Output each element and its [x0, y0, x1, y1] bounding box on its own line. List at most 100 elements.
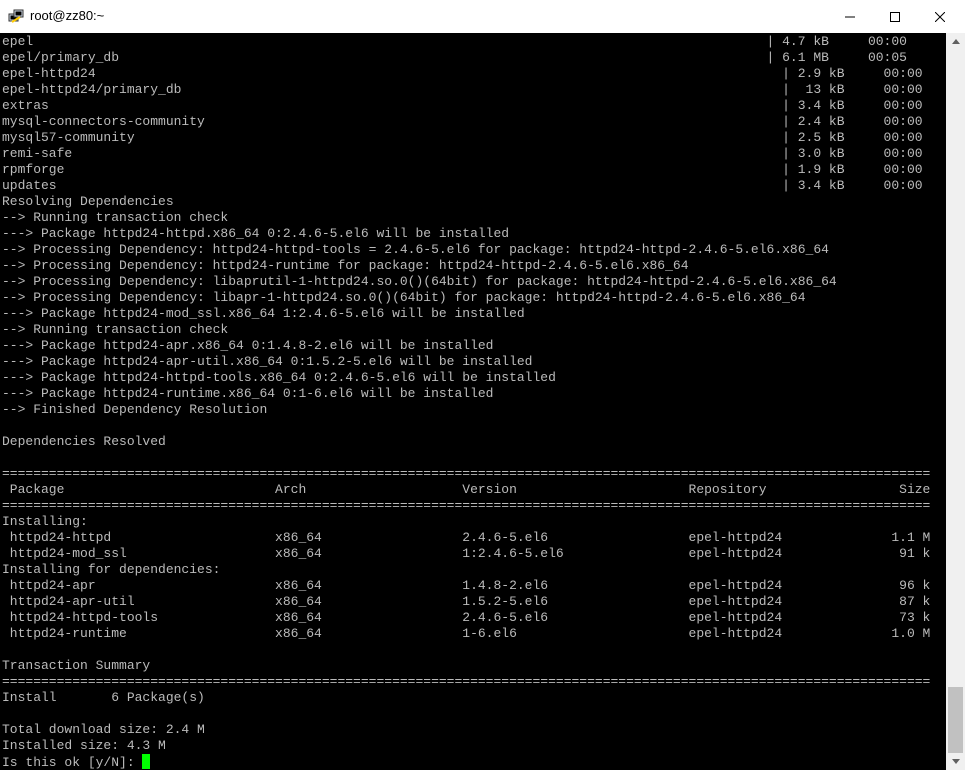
terminal-line-text: ---> Package httpd24-runtime.x86_64 0:1-…: [2, 386, 494, 401]
terminal-line: httpd24-mod_ssl x86_64 1:2.4.6-5.el6 epe…: [2, 546, 931, 562]
terminal-line: --> Running transaction check: [2, 322, 228, 338]
terminal-line: Resolving Dependencies: [2, 194, 174, 210]
terminal-line-text: --> Processing Dependency: libapr-1-http…: [2, 290, 806, 305]
scroll-up-button[interactable]: [946, 33, 965, 50]
terminal-line: --> Finished Dependency Resolution: [2, 402, 267, 418]
maximize-button[interactable]: [872, 0, 918, 33]
terminal-line-text: Install 6 Package(s): [2, 690, 205, 705]
terminal-line-text: Total download size: 2.4 M: [2, 722, 205, 737]
terminal-line-text: Installing for dependencies:: [2, 562, 221, 577]
chevron-up-icon: [951, 39, 960, 44]
title-bar[interactable]: root@zz80:~: [0, 0, 965, 33]
terminal-line-text: rpmforge | 1.9 kB 00:00: [2, 162, 923, 177]
terminal-line: --> Running transaction check: [2, 210, 228, 226]
terminal-line-text: Resolving Dependencies: [2, 194, 174, 209]
terminal-line-text: updates | 3.4 kB 00:00: [2, 178, 923, 193]
terminal-line-text: --> Processing Dependency: httpd24-runti…: [2, 258, 689, 273]
terminal-line: ---> Package httpd24-mod_ssl.x86_64 1:2.…: [2, 306, 525, 322]
terminal-line-text: ---> Package httpd24-apr-util.x86_64 0:1…: [2, 354, 533, 369]
terminal-line: epel | 4.7 kB 00:00: [2, 34, 907, 50]
terminal-line-text: httpd24-apr x86_64 1.4.8-2.el6 epel-http…: [2, 578, 931, 593]
terminal-line-text: mysql-connectors-community | 2.4 kB 00:0…: [2, 114, 923, 129]
terminal-line-text: epel-httpd24/primary_db | 13 kB 00:00: [2, 82, 923, 97]
minimize-icon: [845, 16, 855, 17]
terminal-line: Package Arch Version Repository Size: [2, 482, 931, 498]
terminal-line: httpd24-runtime x86_64 1-6.el6 epel-http…: [2, 626, 931, 642]
scrollbar-thumb[interactable]: [948, 687, 963, 753]
vertical-scrollbar[interactable]: [946, 33, 965, 770]
terminal-line-text: epel/primary_db | 6.1 MB 00:05: [2, 50, 907, 65]
terminal-line: httpd24-apr x86_64 1.4.8-2.el6 epel-http…: [2, 578, 931, 594]
terminal-line-text: httpd24-httpd x86_64 2.4.6-5.el6 epel-ht…: [2, 530, 931, 545]
terminal-line-text: ---> Package httpd24-apr.x86_64 0:1.4.8-…: [2, 338, 494, 353]
terminal-output[interactable]: epel | 4.7 kB 00:00 epel/primary_db | 6.…: [0, 33, 946, 770]
terminal-line-text: ---> Package httpd24-httpd-tools.x86_64 …: [2, 370, 556, 385]
terminal-line-text: --> Processing Dependency: libaprutil-1-…: [2, 274, 837, 289]
terminal-line-text: --> Running transaction check: [2, 322, 229, 337]
terminal-line: Is this ok [y/N]:: [2, 754, 151, 770]
terminal-line-text: --> Running transaction check: [2, 210, 229, 225]
close-icon: [935, 11, 945, 22]
terminal-line: ---> Package httpd24-runtime.x86_64 0:1-…: [2, 386, 493, 402]
terminal-line: ========================================…: [2, 466, 930, 482]
terminal-line: ========================================…: [2, 674, 930, 690]
terminal-line-text: ---> Package httpd24-mod_ssl.x86_64 1:2.…: [2, 306, 525, 321]
terminal-line: Total download size: 2.4 M: [2, 722, 205, 738]
terminal-line-text: ========================================…: [2, 466, 931, 481]
terminal-line-text: Installing:: [2, 514, 88, 529]
text-cursor: [142, 754, 151, 769]
terminal-line: Installed size: 4.3 M: [2, 738, 166, 754]
terminal-line: remi-safe | 3.0 kB 00:00: [2, 146, 923, 162]
terminal-line-text: --> Processing Dependency: httpd24-httpd…: [2, 242, 829, 257]
terminal-line: rpmforge | 1.9 kB 00:00: [2, 162, 923, 178]
terminal-line: ---> Package httpd24-httpd-tools.x86_64 …: [2, 370, 556, 386]
terminal-line: Install 6 Package(s): [2, 690, 205, 706]
terminal-line: --> Processing Dependency: libapr-1-http…: [2, 290, 806, 306]
terminal-line: Installing:: [2, 514, 88, 530]
terminal-line-text: mysql57-community | 2.5 kB 00:00: [2, 130, 923, 145]
terminal-line-text: epel-httpd24 | 2.9 kB 00:00: [2, 66, 923, 81]
terminal-line-text: Package Arch Version Repository Size: [2, 482, 931, 497]
terminal-line: epel-httpd24/primary_db | 13 kB 00:00: [2, 82, 923, 98]
terminal-line-text: extras | 3.4 kB 00:00: [2, 98, 923, 113]
terminal-line-text: httpd24-mod_ssl x86_64 1:2.4.6-5.el6 epe…: [2, 546, 931, 561]
terminal-line-text: epel | 4.7 kB 00:00: [2, 34, 907, 49]
terminal-line: ---> Package httpd24-httpd.x86_64 0:2.4.…: [2, 226, 509, 242]
terminal-line: httpd24-apr-util x86_64 1.5.2-5.el6 epel…: [2, 594, 931, 610]
terminal-line-text: Transaction Summary: [2, 658, 151, 673]
terminal-line-text: Installed size: 4.3 M: [2, 738, 166, 753]
terminal-line: extras | 3.4 kB 00:00: [2, 98, 923, 114]
terminal-line: updates | 3.4 kB 00:00: [2, 178, 923, 194]
terminal-line-text: httpd24-runtime x86_64 1-6.el6 epel-http…: [2, 626, 931, 641]
chevron-down-icon: [951, 759, 960, 764]
terminal-line: ---> Package httpd24-apr.x86_64 0:1.4.8-…: [2, 338, 493, 354]
terminal-line-text: Is this ok [y/N]:: [2, 755, 143, 770]
terminal-line: epel-httpd24 | 2.9 kB 00:00: [2, 66, 923, 82]
terminal-line: ========================================…: [2, 498, 930, 514]
terminal-line: mysql-connectors-community | 2.4 kB 00:0…: [2, 114, 923, 130]
terminal-line-text: httpd24-httpd-tools x86_64 2.4.6-5.el6 e…: [2, 610, 931, 625]
terminal-line-text: remi-safe | 3.0 kB 00:00: [2, 146, 923, 161]
terminal-line-text: ========================================…: [2, 674, 931, 689]
scroll-down-button[interactable]: [946, 753, 965, 770]
maximize-icon: [890, 11, 900, 22]
terminal-line: mysql57-community | 2.5 kB 00:00: [2, 130, 923, 146]
terminal-line: ---> Package httpd24-apr-util.x86_64 0:1…: [2, 354, 533, 370]
terminal-line-text: Dependencies Resolved: [2, 434, 166, 449]
terminal-line: Transaction Summary: [2, 658, 150, 674]
terminal-line: --> Processing Dependency: httpd24-httpd…: [2, 242, 829, 258]
terminal-line-text: httpd24-apr-util x86_64 1.5.2-5.el6 epel…: [2, 594, 931, 609]
terminal-line: --> Processing Dependency: libaprutil-1-…: [2, 274, 837, 290]
terminal-line: httpd24-httpd x86_64 2.4.6-5.el6 epel-ht…: [2, 530, 931, 546]
terminal-line-text: ========================================…: [2, 498, 931, 513]
terminal-line: Installing for dependencies:: [2, 562, 220, 578]
minimize-button[interactable]: [827, 0, 873, 33]
terminal-line: Dependencies Resolved: [2, 434, 166, 450]
terminal-line-text: --> Finished Dependency Resolution: [2, 402, 268, 417]
terminal-line-text: ---> Package httpd24-httpd.x86_64 0:2.4.…: [2, 226, 510, 241]
close-button[interactable]: [917, 0, 963, 33]
terminal-line: epel/primary_db | 6.1 MB 00:05: [2, 50, 907, 66]
window-title: root@zz80:~: [30, 8, 105, 23]
terminal-line: httpd24-httpd-tools x86_64 2.4.6-5.el6 e…: [2, 610, 931, 626]
putty-icon: [8, 9, 24, 23]
